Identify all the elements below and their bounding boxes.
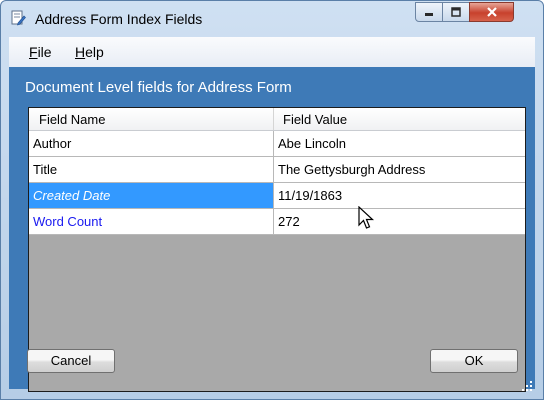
close-icon bbox=[486, 7, 497, 17]
menu-bar: File Help bbox=[9, 37, 535, 67]
field-name-cell[interactable]: Created Date bbox=[29, 183, 274, 208]
field-name-cell[interactable]: Author bbox=[29, 131, 274, 156]
column-header-field-value[interactable]: Field Value bbox=[283, 112, 347, 127]
window-title: Address Form Index Fields bbox=[35, 11, 203, 27]
column-divider[interactable] bbox=[273, 108, 274, 130]
menu-help-label: elp bbox=[85, 44, 104, 60]
menu-help-access-key: H bbox=[75, 44, 86, 60]
field-value-cell[interactable]: The Gettysburgh Address bbox=[274, 157, 525, 182]
title-bar[interactable]: Address Form Index Fields bbox=[1, 1, 543, 37]
field-value-cell[interactable]: 11/19/1863 bbox=[274, 183, 525, 208]
cancel-button[interactable]: Cancel bbox=[27, 349, 115, 373]
column-header-field-name[interactable]: Field Name bbox=[39, 112, 105, 127]
grid-header: Field Name Field Value bbox=[29, 108, 525, 131]
field-name-cell[interactable]: Title bbox=[29, 157, 274, 182]
close-button[interactable] bbox=[469, 2, 514, 22]
ok-button[interactable]: OK bbox=[430, 349, 518, 373]
menu-file[interactable]: File bbox=[29, 44, 52, 60]
minimize-button[interactable] bbox=[415, 2, 443, 22]
maximize-button[interactable] bbox=[442, 2, 470, 22]
content-panel: Document Level fields for Address Form F… bbox=[9, 67, 535, 392]
document-edit-icon bbox=[11, 10, 26, 26]
minimize-icon bbox=[425, 13, 433, 16]
menu-file-label: ile bbox=[37, 44, 52, 60]
dialog-window: Address Form Index Fields File Help Docu… bbox=[0, 0, 544, 400]
field-name-cell[interactable]: Word Count bbox=[29, 209, 274, 234]
resize-grip-icon[interactable] bbox=[520, 379, 534, 393]
table-row[interactable]: Word Count 272 bbox=[29, 209, 525, 235]
table-row-selected[interactable]: Created Date 11/19/1863 bbox=[29, 183, 525, 209]
field-value-cell[interactable]: Abe Lincoln bbox=[274, 131, 525, 156]
table-row[interactable]: Title The Gettysburgh Address bbox=[29, 157, 525, 183]
mouse-pointer-icon bbox=[358, 206, 375, 229]
panel-heading: Document Level fields for Address Form bbox=[25, 79, 292, 96]
field-value-cell[interactable]: 272 bbox=[274, 209, 525, 234]
table-row[interactable]: Author Abe Lincoln bbox=[29, 131, 525, 157]
menu-file-access-key: F bbox=[29, 44, 38, 60]
menu-help[interactable]: Help bbox=[75, 44, 104, 60]
maximize-icon bbox=[451, 7, 461, 17]
